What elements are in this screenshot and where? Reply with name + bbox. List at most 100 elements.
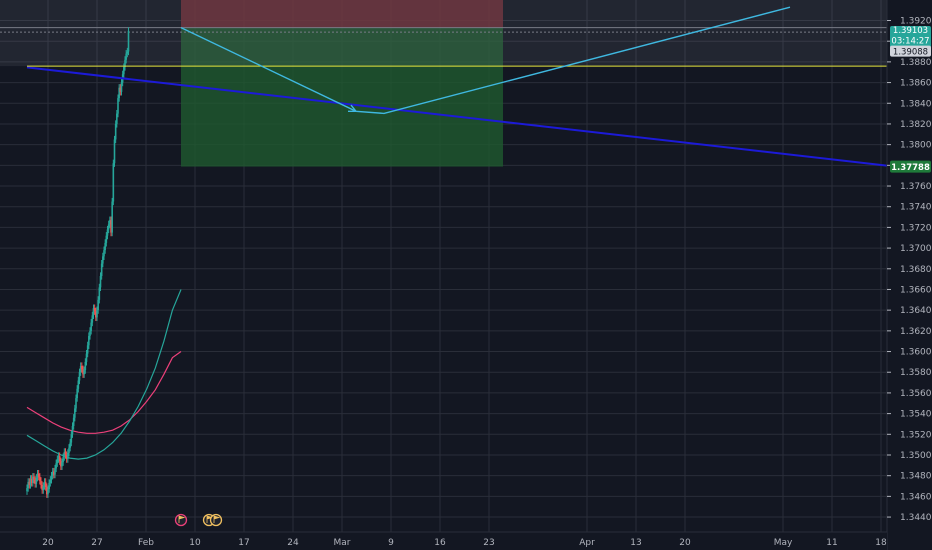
candle-body — [97, 299, 99, 311]
candle-body — [77, 380, 80, 389]
candle-body — [69, 442, 71, 448]
candle-body — [50, 475, 53, 480]
candle-body — [35, 477, 38, 484]
candle-body — [62, 457, 64, 463]
time-tick-label: 27 — [91, 538, 102, 548]
price-tick-label: 1.34800 — [900, 472, 932, 482]
time-tick-label: Feb — [138, 538, 154, 548]
price-tick-label: 1.36600 — [900, 285, 932, 295]
candle-body — [125, 53, 127, 60]
price-tick-label: 1.37600 — [900, 182, 932, 192]
candle-body — [84, 361, 87, 371]
candle-body — [26, 488, 28, 492]
candle-body — [48, 482, 50, 490]
time-tick-label: 9 — [388, 538, 394, 548]
time-tick-label: May — [774, 538, 793, 548]
candle-body — [105, 235, 108, 243]
price-tick-label: 1.37000 — [900, 244, 932, 254]
candle-body — [126, 51, 129, 54]
flag-icon[interactable] — [174, 513, 188, 527]
candle-body — [93, 308, 96, 312]
candle-body — [99, 276, 102, 288]
candle-body — [102, 256, 104, 264]
candle-body — [83, 370, 85, 375]
candle-body — [76, 388, 78, 399]
price-tick-label: 1.35800 — [900, 368, 932, 378]
time-tick-label: Mar — [334, 538, 351, 548]
line-price-tag: 1.39088 — [890, 45, 931, 58]
candle-body — [68, 447, 70, 453]
candle-body — [113, 139, 116, 164]
time-tick-label: 23 — [483, 538, 494, 548]
candle-body — [71, 426, 74, 435]
candle-body — [89, 330, 91, 337]
flag-icon[interactable] — [209, 513, 223, 527]
price-tick-label: 1.36200 — [900, 327, 932, 337]
candle-body — [86, 345, 89, 354]
candle-body — [96, 310, 98, 318]
candle-body — [120, 82, 123, 92]
price-tick-label: 1.34600 — [900, 492, 932, 502]
candle-body — [104, 242, 106, 251]
price-tick-label: 1.39200 — [900, 17, 932, 27]
candle-body — [58, 456, 61, 462]
price-tick-label: 1.37200 — [900, 223, 932, 233]
target-price-value: 1.37788 — [891, 163, 930, 173]
candle-body — [111, 201, 113, 233]
candle-body — [61, 462, 63, 467]
candle-body — [117, 98, 119, 114]
candle-body — [123, 67, 125, 75]
price-tick-label: 1.38400 — [900, 99, 932, 109]
candle-body — [39, 476, 41, 481]
candle-body — [90, 322, 92, 331]
price-tick-label: 1.38600 — [900, 79, 932, 89]
price-chart[interactable]: 1.392001.390001.388001.386001.384001.382… — [0, 0, 932, 550]
time-tick-label: 16 — [434, 538, 446, 548]
time-tick-label: 24 — [287, 538, 299, 548]
time-tick-label: 10 — [189, 538, 201, 548]
time-tick-label: 18 — [875, 538, 887, 548]
candle-body — [67, 452, 69, 460]
candle-body — [42, 486, 45, 491]
candle-body — [75, 398, 77, 409]
candle-body — [33, 476, 35, 480]
candle-body — [78, 372, 81, 381]
countdown-value: 03:14:27 — [891, 37, 929, 47]
candle-body — [47, 489, 49, 495]
time-tick-label: 17 — [238, 538, 249, 548]
candle-body — [81, 366, 83, 370]
candle-body — [64, 451, 67, 455]
price-tick-label: 1.36800 — [900, 265, 932, 275]
candle-body — [107, 224, 110, 230]
price-tick-label: 1.36000 — [900, 348, 932, 358]
price-tick-label: 1.36400 — [900, 306, 932, 316]
current-price-value: 1.39103 — [893, 26, 928, 36]
candle-body — [40, 480, 42, 485]
candle-body — [85, 353, 88, 362]
time-tick-label: 20 — [679, 538, 691, 548]
price-tick-label: 1.38000 — [900, 141, 932, 151]
candle-body — [74, 408, 76, 418]
candle-body — [127, 30, 130, 52]
candle-body — [49, 479, 52, 483]
range-highlight — [0, 0, 887, 67]
price-tick-label: 1.35000 — [900, 451, 932, 461]
chart-canvas[interactable]: 1.392001.390001.388001.386001.384001.382… — [0, 0, 932, 550]
candle-body — [70, 434, 73, 443]
price-tick-label: 1.38200 — [900, 120, 932, 130]
candle-body — [106, 229, 109, 236]
candle-body — [72, 417, 75, 427]
candle-body — [55, 463, 57, 469]
price-tick-label: 1.35400 — [900, 410, 932, 420]
price-tick-label: 1.34400 — [900, 513, 932, 523]
candle-body — [112, 163, 115, 202]
target-price-tag: 1.37788 — [890, 160, 931, 173]
candle-body — [116, 113, 118, 124]
current-price-tag: 1.3910303:14:27 — [890, 26, 931, 49]
price-tick-label: 1.35200 — [900, 430, 932, 440]
price-tick-label: 1.35600 — [900, 389, 932, 399]
candle-body — [44, 481, 47, 488]
time-tick-label: 11 — [826, 538, 837, 548]
candle-body — [103, 250, 105, 257]
price-tick-label: 1.38800 — [900, 58, 932, 68]
